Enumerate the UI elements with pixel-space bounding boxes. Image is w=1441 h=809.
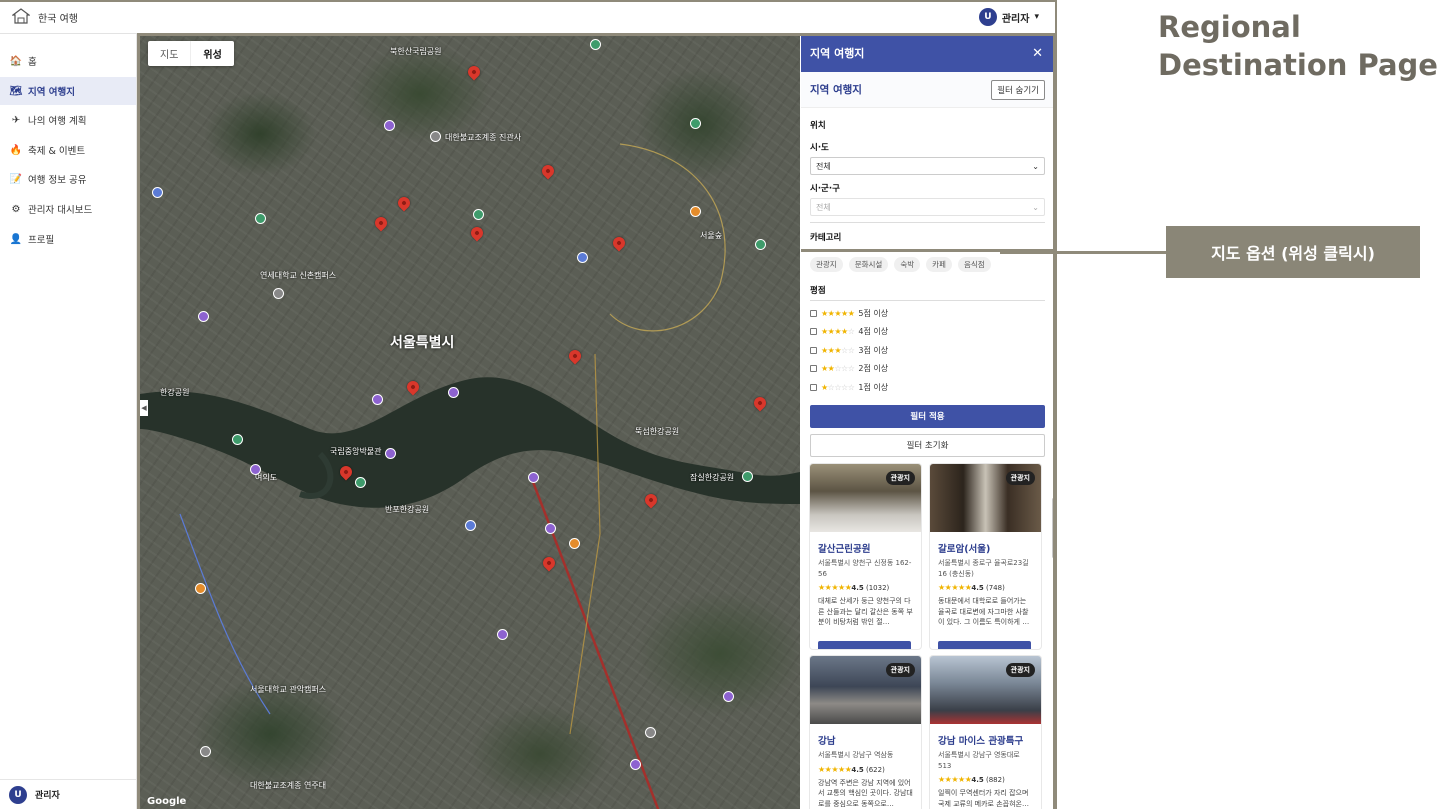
annotation-title-line1: Regional	[1158, 10, 1301, 44]
annotation-connector	[1000, 251, 1166, 254]
annotation-title-line2: Destination Page	[1158, 48, 1438, 82]
annotation-callout: 지도 옵션 (위성 클릭시)	[1166, 226, 1420, 278]
annotation-title: Regional Destination Page	[1158, 8, 1438, 84]
app-root: 한국 여행 U 관리자 ▾ 🏠 홈 🗺 지역 여행지 ✈ 나의 여행 계획 🔥 축제 &…	[0, 0, 1441, 809]
annotation-frame	[0, 0, 1057, 809]
